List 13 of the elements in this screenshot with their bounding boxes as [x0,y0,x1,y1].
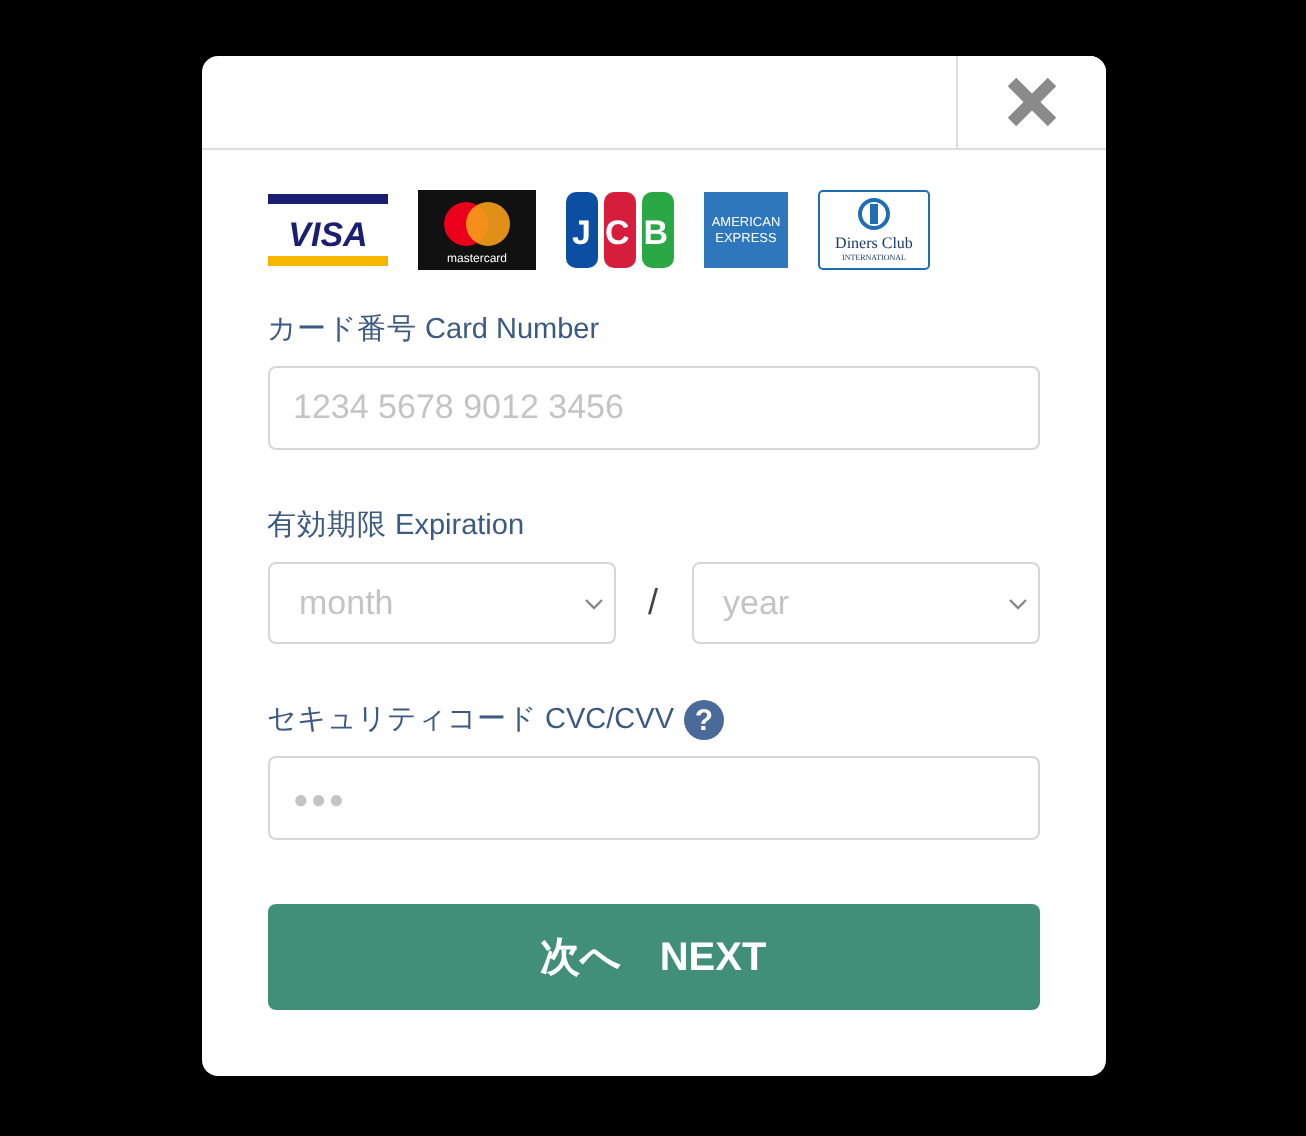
expiration-label: 有効期限 Expiration [267,508,525,544]
card-number-label: カード番号 Card Number [267,312,600,348]
security-code-field[interactable]: ●●● [267,756,1039,840]
help-button[interactable]: ? [684,700,724,740]
close-button[interactable] [955,56,1105,148]
security-code-label: セキュリティコード CVC/CVV [267,702,674,738]
close-icon [1005,76,1057,128]
card-number-field[interactable]: 1234 5678 9012 3456 [267,366,1039,450]
chevron-down-icon [583,597,603,609]
visa-logo: VISA [267,190,387,270]
chevron-down-icon [1007,597,1027,609]
next-button[interactable]: 次へ NEXT [267,904,1039,1010]
date-separator: / [645,582,660,624]
